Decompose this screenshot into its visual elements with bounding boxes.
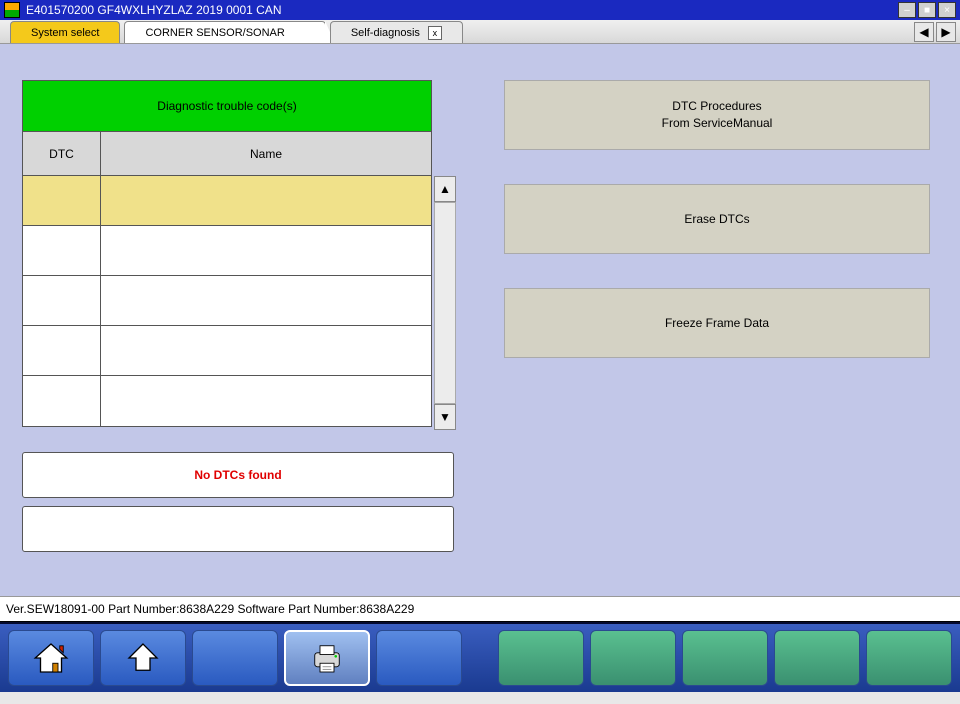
- tab-label: Self-diagnosis: [351, 27, 420, 39]
- toolbar-button-3[interactable]: [192, 630, 278, 686]
- tab-system-select[interactable]: System select: [10, 21, 120, 43]
- dtc-table-header: Diagnostic trouble code(s): [22, 80, 432, 132]
- status-bar: Ver.SEW18091-00 Part Number:8638A229 Sof…: [0, 596, 960, 622]
- up-button[interactable]: [100, 630, 186, 686]
- tab-nav-right-button[interactable]: ▶: [936, 22, 956, 42]
- tab-nav-left-button[interactable]: ◀: [914, 22, 934, 42]
- footer-strip: [0, 692, 960, 704]
- bottom-toolbar: [0, 622, 960, 692]
- chevron-down-icon: ▼: [439, 410, 451, 424]
- chevron-right-icon: ▶: [941, 25, 950, 39]
- freeze-frame-button[interactable]: Freeze Frame Data: [504, 288, 930, 358]
- toolbar-button-5[interactable]: [376, 630, 462, 686]
- scroll-down-button[interactable]: ▼: [434, 404, 456, 430]
- toolbar-button-6[interactable]: [498, 630, 584, 686]
- version-text: Ver.SEW18091-00 Part Number:8638A229 Sof…: [6, 602, 414, 616]
- dtc-header-label: Diagnostic trouble code(s): [157, 99, 296, 113]
- home-button[interactable]: [8, 630, 94, 686]
- col-dtc: DTC: [23, 132, 101, 175]
- window-title: E401570200 GF4WXLHYZLAZ 2019 0001 CAN: [26, 3, 896, 17]
- table-row[interactable]: [23, 226, 431, 276]
- dtc-rows: [22, 176, 432, 427]
- up-arrow-icon: [122, 639, 164, 677]
- table-row[interactable]: [23, 176, 431, 226]
- col-name: Name: [101, 132, 431, 175]
- dtc-procedures-button[interactable]: DTC Procedures From ServiceManual: [504, 80, 930, 150]
- tab-self-diagnosis[interactable]: Self-diagnosis x: [330, 21, 463, 43]
- table-row[interactable]: [23, 276, 431, 326]
- minimize-button[interactable]: –: [898, 2, 916, 18]
- dtc-status-box: No DTCs found: [22, 452, 454, 498]
- tabs-row: System select CORNER SENSOR/SONAR Self-d…: [0, 20, 960, 44]
- tab-close-icon[interactable]: x: [428, 26, 442, 40]
- erase-dtcs-button[interactable]: Erase DTCs: [504, 184, 930, 254]
- btn-label-line1: DTC Procedures: [662, 98, 773, 115]
- info-box: [22, 506, 454, 552]
- toolbar-button-8[interactable]: [682, 630, 768, 686]
- scroll-track[interactable]: [434, 202, 456, 404]
- scroll-up-button[interactable]: ▲: [434, 176, 456, 202]
- btn-label: Freeze Frame Data: [665, 315, 769, 332]
- printer-icon: [306, 639, 348, 677]
- dtc-column-headers: DTC Name: [22, 132, 432, 176]
- toolbar-button-9[interactable]: [774, 630, 860, 686]
- print-button[interactable]: [284, 630, 370, 686]
- table-row[interactable]: [23, 376, 431, 426]
- dtc-table: Diagnostic trouble code(s) DTC Name ▲ ▼: [22, 80, 432, 427]
- tab-label: CORNER SENSOR/SONAR: [145, 27, 284, 39]
- chevron-left-icon: ◀: [919, 25, 928, 39]
- chevron-up-icon: ▲: [439, 182, 451, 196]
- app-logo-icon: [4, 2, 20, 18]
- titlebar: E401570200 GF4WXLHYZLAZ 2019 0001 CAN – …: [0, 0, 960, 20]
- close-button[interactable]: ×: [938, 2, 956, 18]
- toolbar-button-7[interactable]: [590, 630, 676, 686]
- btn-label: Erase DTCs: [684, 211, 749, 228]
- table-row[interactable]: [23, 326, 431, 376]
- home-icon: [30, 639, 72, 677]
- btn-label-line2: From ServiceManual: [662, 115, 773, 132]
- tab-module[interactable]: CORNER SENSOR/SONAR: [124, 21, 325, 43]
- maximize-button[interactable]: ■: [918, 2, 936, 18]
- toolbar-button-10[interactable]: [866, 630, 952, 686]
- right-actions: DTC Procedures From ServiceManual Erase …: [504, 80, 930, 392]
- workspace: Diagnostic trouble code(s) DTC Name ▲ ▼ …: [0, 44, 960, 596]
- dtc-status-text: No DTCs found: [194, 468, 281, 482]
- tab-label: System select: [31, 27, 99, 39]
